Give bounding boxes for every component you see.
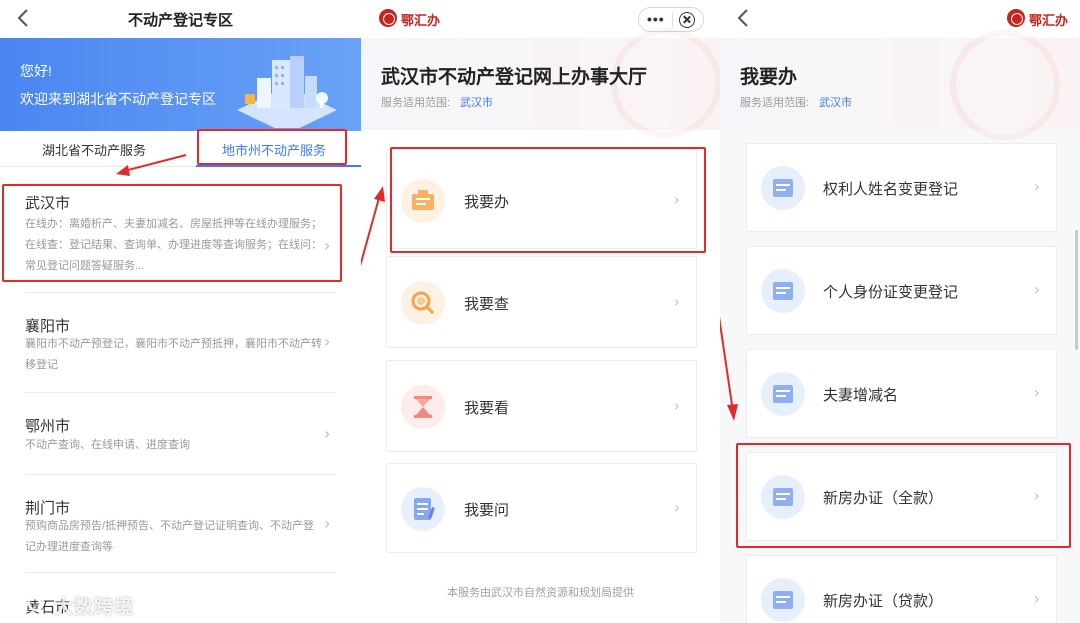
service-scope: 服务适用范围: 武汉市 bbox=[740, 94, 852, 110]
brand-name: 鄂汇办 bbox=[1029, 13, 1069, 28]
document-icon bbox=[761, 578, 805, 622]
chevron-right-icon: › bbox=[673, 498, 680, 517]
service-item-label: 权利人姓名变更登记 bbox=[823, 181, 959, 198]
service-item-label: 个人身份证变更登记 bbox=[823, 284, 959, 301]
scope-value: 武汉市 bbox=[819, 97, 853, 109]
background-seal-decoration bbox=[950, 30, 1060, 140]
watermark: 大数跨境 bbox=[8, 588, 158, 618]
annotation-highlight-handle bbox=[390, 147, 706, 253]
service-card-view[interactable]: 我要看 › bbox=[386, 360, 697, 452]
chevron-right-icon: › bbox=[673, 292, 680, 311]
city-item-ezhou[interactable]: 鄂州市 不动产查询、在线申请、进度查询 › bbox=[0, 408, 361, 458]
annotation-arrow-icon bbox=[361, 186, 385, 267]
greeting-text: 您好! bbox=[20, 63, 52, 79]
document-icon bbox=[761, 372, 805, 416]
chevron-right-icon: › bbox=[673, 396, 680, 415]
service-item-spouse-name[interactable]: 夫妻增减名 › bbox=[746, 349, 1057, 438]
service-item-name-change[interactable]: 权利人姓名变更登记 › bbox=[746, 143, 1057, 232]
annotation-arrow-icon bbox=[720, 316, 738, 421]
chevron-right-icon: › bbox=[324, 514, 331, 533]
seal-icon bbox=[379, 9, 397, 27]
service-label: 我要看 bbox=[464, 400, 510, 417]
panel-handle-services: 鄂汇办 我要办 服务适用范围: 武汉市 权利人姓名变更登记 › 个人身份证变更登记… bbox=[720, 0, 1080, 623]
panel-hubei-registration-zone: 不动产登记专区 您好! 欢迎来到湖北省不动产登记专区 湖北省不动产服务 地市州不… bbox=[0, 0, 361, 623]
chevron-right-icon: › bbox=[1033, 280, 1040, 299]
service-provider-note: 本服务由武汉市自然资源和规划局提供 bbox=[447, 587, 634, 599]
more-options-icon[interactable]: ••• bbox=[647, 11, 665, 27]
welcome-text: 欢迎来到湖北省不动产登记专区 bbox=[20, 91, 216, 107]
service-card-ask[interactable]: 我要问 › bbox=[386, 463, 697, 553]
brand-name: 鄂汇办 bbox=[401, 13, 441, 28]
seal-icon bbox=[1007, 9, 1025, 27]
close-icon[interactable] bbox=[679, 12, 695, 28]
watermark-text: 大数跨境 bbox=[54, 597, 135, 618]
active-tab-indicator bbox=[196, 165, 361, 167]
chevron-right-icon: › bbox=[1033, 589, 1040, 608]
chevron-right-icon: › bbox=[1033, 383, 1040, 402]
chevron-right-icon: › bbox=[324, 424, 331, 443]
capsule-divider bbox=[672, 13, 673, 27]
document-icon bbox=[761, 166, 805, 210]
annotation-highlight-city-tab bbox=[197, 129, 347, 165]
divider bbox=[25, 474, 336, 475]
scope-label: 服务适用范围: bbox=[381, 97, 451, 109]
service-label: 我要查 bbox=[464, 296, 510, 313]
divider bbox=[25, 572, 336, 573]
service-item-label: 夫妻增减名 bbox=[823, 387, 899, 404]
city-description: 不动产查询、在线申请、进度查询 bbox=[25, 439, 190, 451]
service-scope: 服务适用范围: 武汉市 bbox=[381, 94, 493, 110]
annotation-arrow-icon bbox=[116, 154, 187, 176]
notepad-icon bbox=[401, 487, 445, 531]
chevron-right-icon: › bbox=[324, 332, 331, 351]
hourglass-icon bbox=[401, 385, 445, 429]
divider bbox=[25, 392, 336, 393]
app-header: 鄂汇办 bbox=[720, 0, 1080, 38]
city-description: 预购商品房预告/抵押预告、不动产登记证明查询、不动产登记办理进度查询等 bbox=[25, 520, 315, 553]
city-buildings-illustration bbox=[237, 56, 337, 128]
page-header: 我要办 服务适用范围: 武汉市 bbox=[720, 30, 1080, 140]
scope-label: 服务适用范围: bbox=[740, 97, 810, 109]
top-nav-bar: 不动产登记专区 bbox=[0, 0, 361, 38]
service-item-new-house-loan[interactable]: 新房办证（贷款） › bbox=[746, 555, 1057, 623]
page-title: 不动产登记专区 bbox=[127, 12, 233, 29]
watermark-logo-icon bbox=[10, 594, 45, 612]
city-name: 襄阳市 bbox=[25, 318, 71, 335]
panel-wuhan-online-hall: 鄂汇办 ••• 武汉市不动产登记网上办事大厅 服务适用范围: 武汉市 我要办 › … bbox=[361, 0, 720, 623]
document-icon bbox=[761, 269, 805, 313]
page-title: 我要办 bbox=[740, 67, 798, 88]
service-item-id-change[interactable]: 个人身份证变更登记 › bbox=[746, 246, 1057, 335]
service-label: 我要问 bbox=[464, 502, 510, 519]
annotation-highlight-new-house-full bbox=[736, 443, 1071, 548]
welcome-banner: 您好! 欢迎来到湖北省不动产登记专区 bbox=[0, 38, 361, 131]
annotation-highlight-wuhan bbox=[2, 184, 342, 282]
city-description: 襄阳市不动产预登记，襄阳市不动产预抵押，襄阳市不动产转移登记 bbox=[25, 338, 322, 371]
scope-value: 武汉市 bbox=[460, 97, 494, 109]
city-name: 鄂州市 bbox=[25, 418, 71, 435]
magnifier-icon bbox=[401, 281, 445, 325]
city-name: 荆门市 bbox=[25, 500, 71, 517]
page-header: 武汉市不动产登记网上办事大厅 服务适用范围: 武汉市 bbox=[361, 28, 720, 138]
chevron-right-icon: › bbox=[1033, 177, 1040, 196]
page-title: 武汉市不动产登记网上办事大厅 bbox=[381, 67, 648, 88]
city-item-jingmen[interactable]: 荆门市 预购商品房预告/抵押预告、不动产登记证明查询、不动产登记办理进度查询等 … bbox=[0, 490, 361, 560]
divider bbox=[25, 292, 336, 293]
service-item-label: 新房办证（贷款） bbox=[823, 593, 944, 610]
city-item-xiangyang[interactable]: 襄阳市 襄阳市不动产预登记，襄阳市不动产预抵押，襄阳市不动产转移登记 › bbox=[0, 308, 361, 378]
scrollbar[interactable] bbox=[1075, 230, 1078, 350]
back-arrow-icon[interactable] bbox=[734, 7, 754, 29]
service-card-query[interactable]: 我要查 › bbox=[386, 256, 697, 348]
